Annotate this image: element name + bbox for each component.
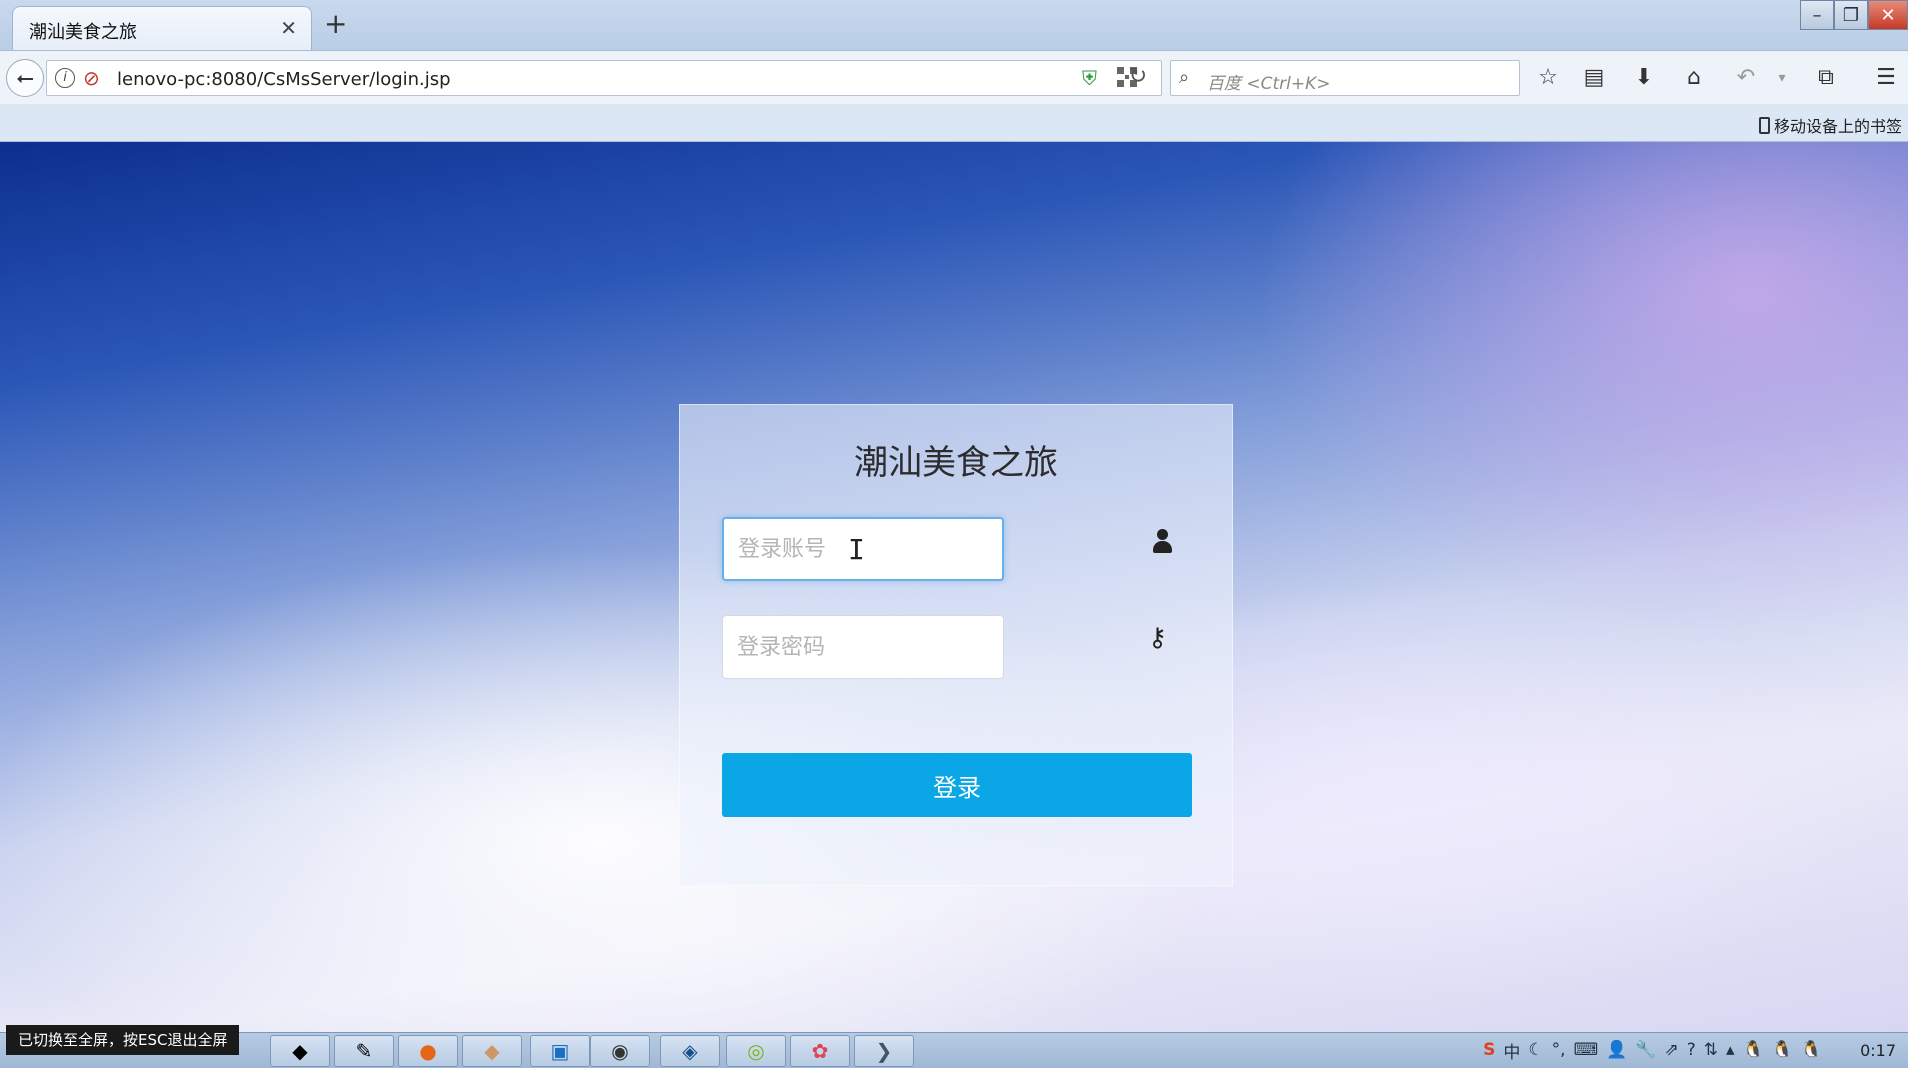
close-window-button[interactable]: ✕: [1868, 0, 1908, 30]
bookmark-star-button[interactable]: ☆: [1530, 60, 1566, 96]
mobile-bookmarks-folder[interactable]: 移动设备上的书签: [1758, 113, 1902, 137]
taskbar-app-firefox[interactable]: ●: [398, 1035, 458, 1067]
fullscreen-notice: 已切换至全屏，按ESC退出全屏: [6, 1025, 240, 1055]
qq-icon[interactable]: 🐧: [1743, 1040, 1764, 1060]
star-icon: ☆: [1538, 65, 1558, 90]
phone-icon: [1758, 116, 1770, 134]
qq-icon[interactable]: 🐧: [1801, 1040, 1822, 1060]
app-icon: ◎: [747, 1039, 765, 1063]
moon-icon[interactable]: ☾: [1528, 1040, 1543, 1060]
expand-tray-icon[interactable]: ▴: [1726, 1040, 1735, 1060]
search-bar[interactable]: ⌕ 百度 <Ctrl+K>: [1170, 60, 1520, 96]
taskbar-app-5[interactable]: ▣: [530, 1035, 590, 1067]
new-tab-button[interactable]: +: [324, 10, 347, 38]
notepad-icon: ✎: [355, 1039, 373, 1063]
taskbar-app-1[interactable]: ◆: [270, 1035, 330, 1067]
undo-icon: ↶: [1736, 65, 1756, 90]
user-icon: [1150, 529, 1174, 555]
home-button[interactable]: ⌂: [1676, 60, 1712, 96]
mobile-bookmarks-label: 移动设备上的书签: [1773, 117, 1902, 136]
search-placeholder: 百度 <Ctrl+K>: [1207, 74, 1331, 94]
ime-mode-label[interactable]: 中: [1503, 1038, 1520, 1063]
address-bar[interactable]: i ⊘ lenovo-pc:8080/CsMsServer/login.jsp …: [46, 60, 1162, 96]
navigation-bar: ⭠ i ⊘ lenovo-pc:8080/CsMsServer/login.js…: [0, 50, 1908, 104]
system-tray: S 中 ☾ °, ⌨ 👤 🔧 ⇗ ? ⇅ ▴ 🐧 🐧 🐧 0:17: [1483, 1032, 1908, 1068]
taskbar-app-7[interactable]: ◈: [660, 1035, 720, 1067]
tab-close-icon[interactable]: ✕: [280, 16, 297, 40]
reading-list-button[interactable]: ▤: [1576, 60, 1612, 96]
taskbar-app-4[interactable]: ◆: [462, 1035, 522, 1067]
app-icon: ◈: [682, 1039, 698, 1063]
download-icon: ⬇: [1634, 65, 1654, 90]
key-icon: ⚷: [1148, 623, 1168, 653]
sogou-icon[interactable]: S: [1483, 1040, 1495, 1060]
wrench-icon[interactable]: 🔧: [1635, 1040, 1656, 1060]
reload-button[interactable]: ↻: [1120, 59, 1156, 95]
search-icon: ⌕: [1179, 67, 1190, 88]
share-icon[interactable]: ⇗: [1664, 1040, 1678, 1060]
download-button[interactable]: ⬇: [1626, 60, 1662, 96]
info-icon[interactable]: i: [55, 68, 75, 88]
blocked-content-icon[interactable]: ⊘: [83, 66, 100, 90]
screenshot-button[interactable]: ⧉: [1808, 60, 1844, 96]
reading-list-icon: ▤: [1583, 65, 1605, 90]
menu-button[interactable]: ☰: [1868, 60, 1904, 96]
taskbar-app-6[interactable]: ◉: [590, 1035, 650, 1067]
taskbar-app-10[interactable]: ❯: [854, 1035, 914, 1067]
qq-icon[interactable]: 🐧: [1772, 1040, 1793, 1060]
app-icon: ▣: [550, 1039, 570, 1063]
window-controls: – ❐ ✕: [1800, 0, 1908, 30]
login-card: 潮汕美食之旅 I ⚷ 登录: [679, 404, 1233, 886]
screenshot-icon: ⧉: [1818, 65, 1834, 90]
app-icon: ◆: [484, 1039, 500, 1063]
minimize-button[interactable]: –: [1800, 0, 1834, 30]
taskbar-app-9[interactable]: ✿: [790, 1035, 850, 1067]
back-button[interactable]: ⭠: [6, 59, 44, 97]
menu-icon: ☰: [1876, 65, 1896, 90]
tab-title: 潮汕美食之旅: [29, 22, 137, 43]
password-input[interactable]: [722, 615, 1004, 679]
app-icon: ◆: [292, 1039, 308, 1063]
clock[interactable]: 0:17: [1860, 1041, 1896, 1060]
browser-tab[interactable]: 潮汕美食之旅 ✕: [12, 6, 312, 50]
bookmarks-bar: 移动设备上的书签: [0, 104, 1908, 142]
chevron-down-icon: ▾: [1778, 70, 1786, 86]
taskbar-app-8[interactable]: ◎: [726, 1035, 786, 1067]
page-background: 潮汕美食之旅 I ⚷ 登录: [0, 142, 1908, 1032]
tab-strip: 潮汕美食之旅 ✕ + – ❐ ✕: [0, 0, 1908, 50]
shield-icon[interactable]: ⛨: [1082, 66, 1097, 90]
url-text[interactable]: lenovo-pc:8080/CsMsServer/login.jsp: [117, 69, 451, 90]
undo-dropdown[interactable]: ▾: [1764, 60, 1800, 96]
login-button[interactable]: 登录: [722, 753, 1192, 817]
taskbar-app-2[interactable]: ✎: [334, 1035, 394, 1067]
app-icon: ❯: [875, 1039, 893, 1063]
punctuation-icon[interactable]: °,: [1552, 1040, 1566, 1060]
text-cursor-icon: I: [848, 533, 865, 566]
reload-icon: ↻: [1128, 64, 1148, 89]
firefox-icon: ●: [419, 1039, 437, 1063]
back-icon: ⭠: [16, 65, 34, 91]
app-icon: ◉: [611, 1039, 629, 1063]
maximize-button[interactable]: ❐: [1834, 0, 1868, 30]
home-icon: ⌂: [1687, 65, 1701, 90]
user-icon[interactable]: 👤: [1606, 1040, 1627, 1060]
help-icon[interactable]: ?: [1687, 1040, 1696, 1060]
app-icon: ✿: [811, 1039, 829, 1063]
network-icon[interactable]: ⇅: [1704, 1040, 1718, 1060]
keyboard-icon[interactable]: ⌨: [1574, 1040, 1599, 1060]
login-title: 潮汕美食之旅: [854, 443, 1058, 483]
undo-button[interactable]: ↶: [1728, 60, 1764, 96]
